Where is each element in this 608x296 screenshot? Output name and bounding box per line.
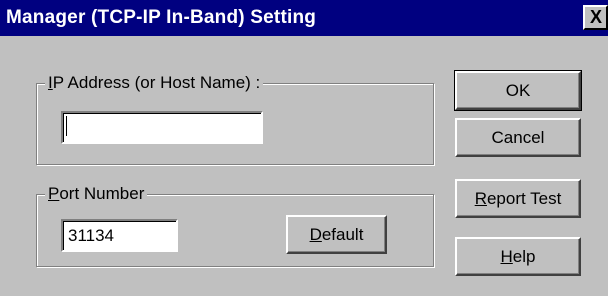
port-number-label: Port Number <box>45 184 148 204</box>
port-number-input[interactable] <box>61 219 178 252</box>
help-button-label: Help <box>500 246 536 266</box>
default-button-label: Default <box>309 224 364 244</box>
ip-address-input[interactable] <box>61 111 263 144</box>
help-button[interactable]: Help <box>455 237 581 276</box>
report-test-button-label: Report Test <box>474 188 562 208</box>
report-test-button[interactable]: Report Test <box>455 179 581 218</box>
text-cursor <box>66 116 67 136</box>
close-button[interactable]: X <box>583 5 608 30</box>
close-icon: X <box>590 7 603 27</box>
ip-address-label: IP Address (or Host Name) : <box>45 73 264 93</box>
title-bar[interactable]: Manager (TCP-IP In-Band) Setting X <box>0 0 608 36</box>
cancel-button-label: Cancel <box>491 127 545 147</box>
cancel-button[interactable]: Cancel <box>455 118 581 157</box>
ok-button[interactable]: OK <box>454 70 582 111</box>
ok-button-label: OK <box>505 80 531 100</box>
default-button[interactable]: Default <box>286 215 387 254</box>
window-title: Manager (TCP-IP In-Band) Setting <box>6 7 317 28</box>
